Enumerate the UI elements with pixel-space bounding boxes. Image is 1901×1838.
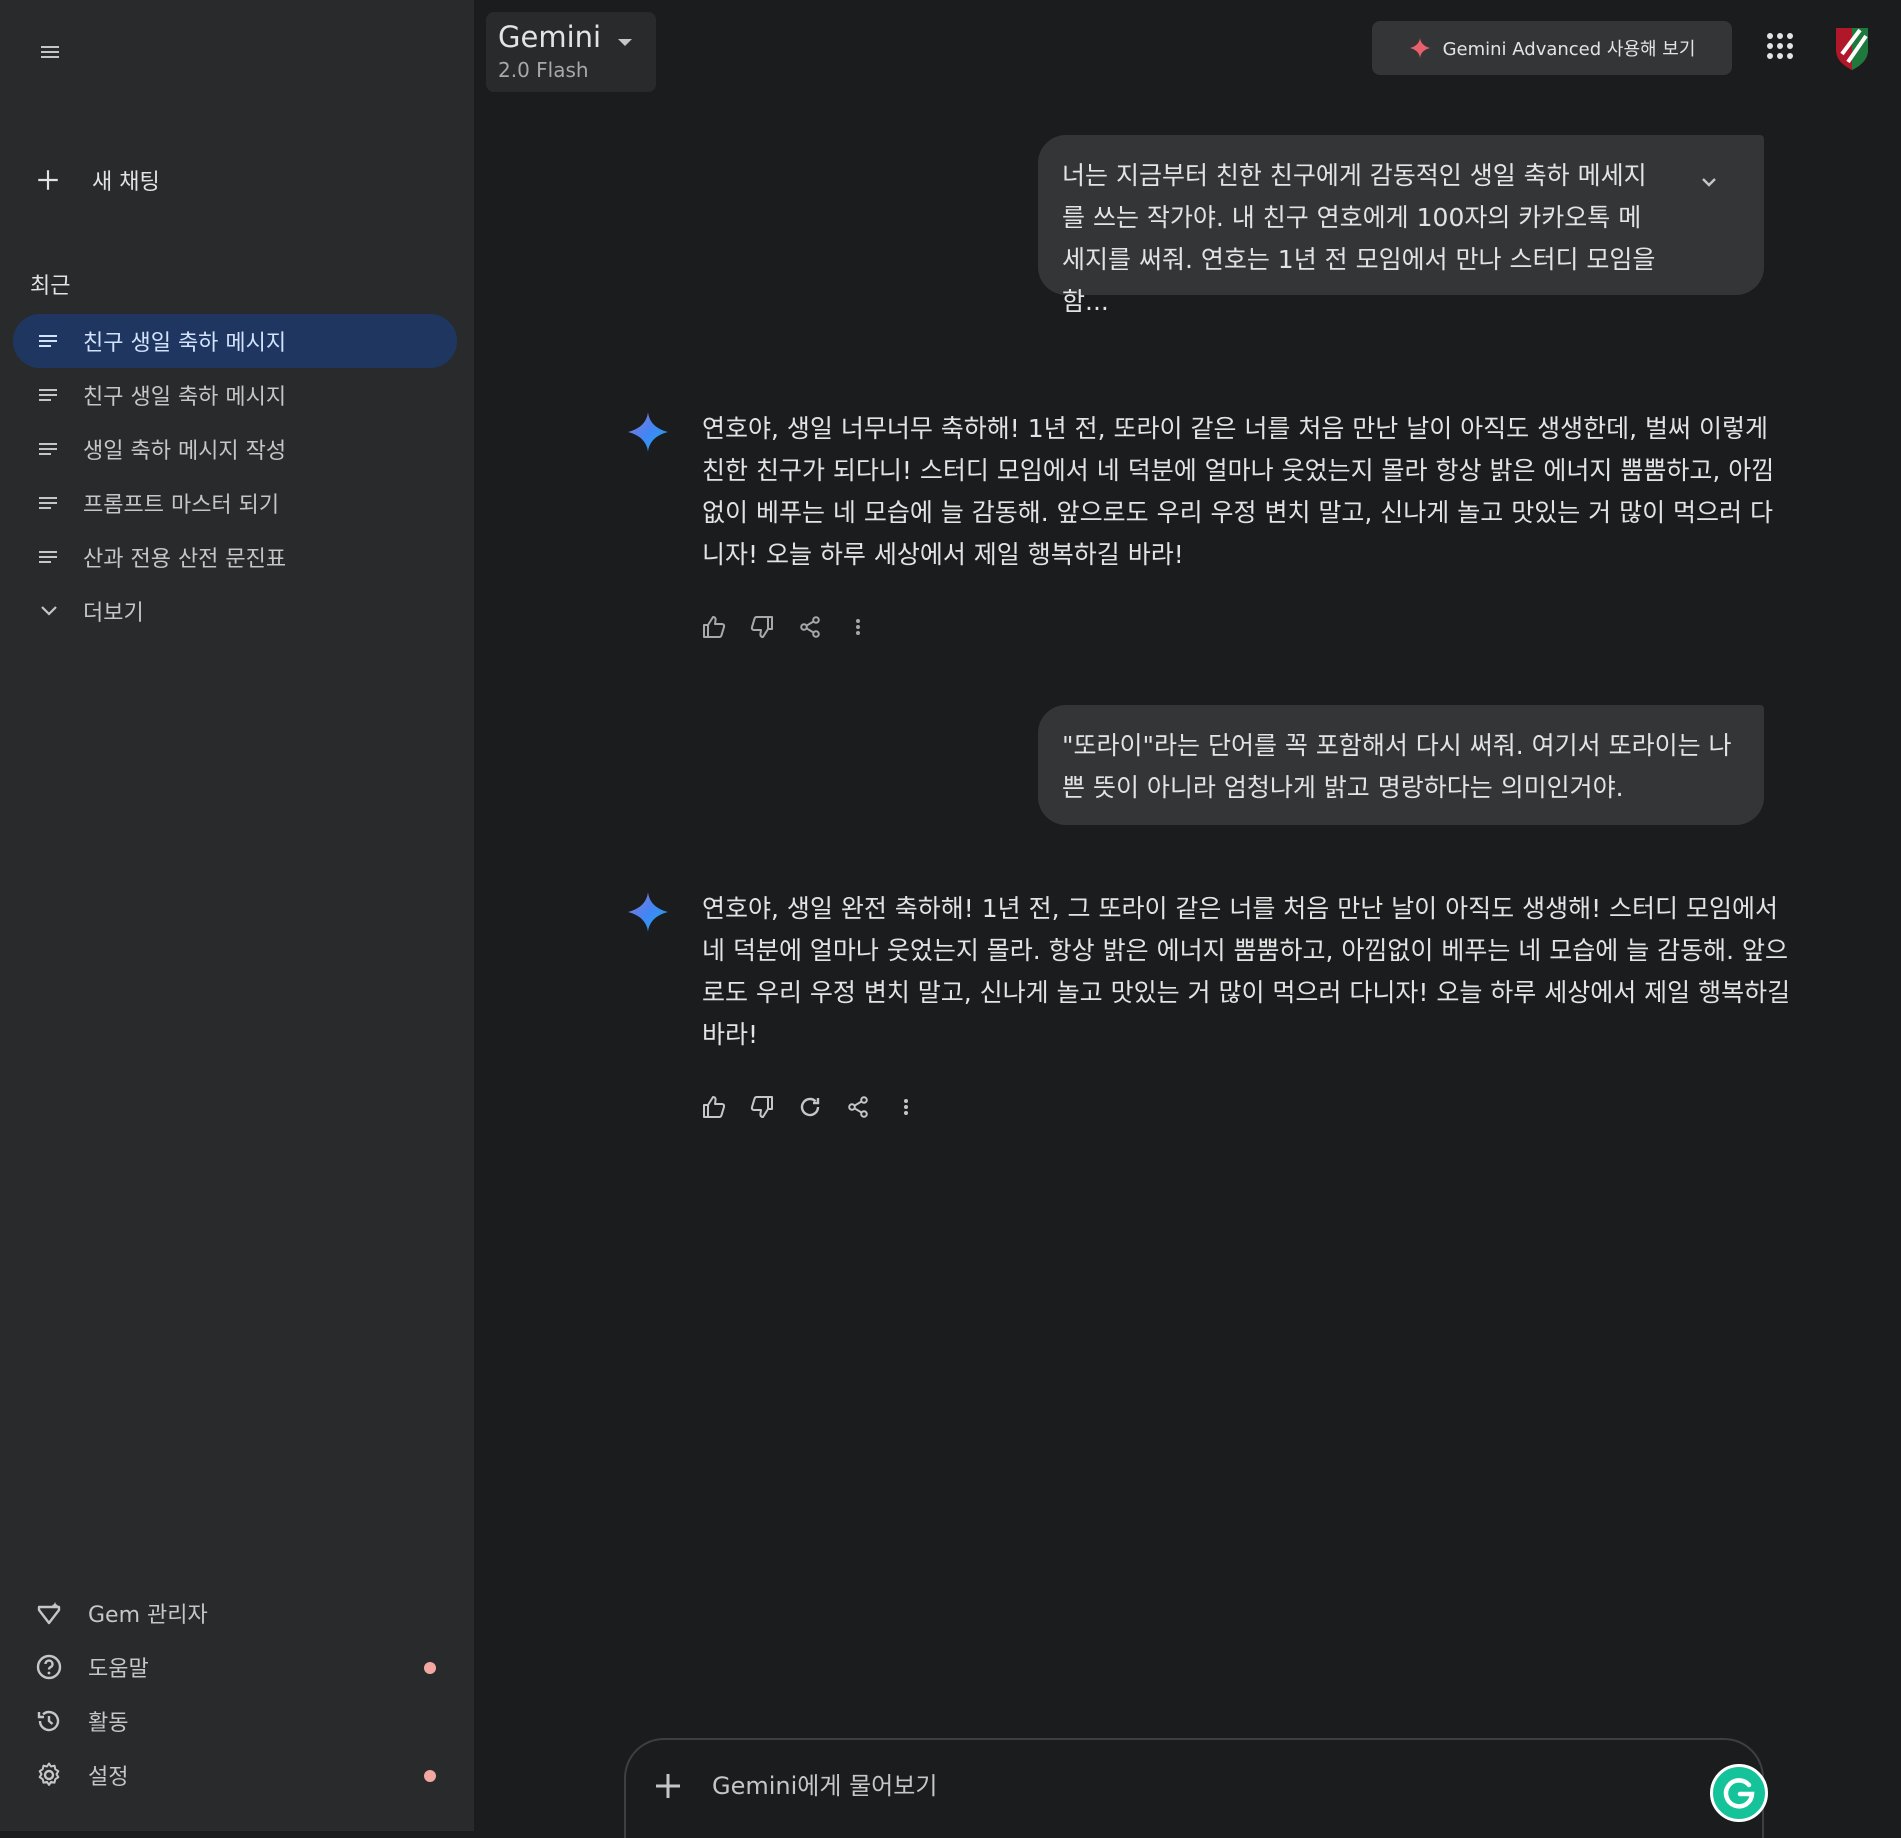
refresh-icon xyxy=(800,1097,820,1117)
google-apps-button[interactable] xyxy=(1764,30,1796,62)
thumbs-down-icon xyxy=(750,1096,773,1118)
more-options-button[interactable] xyxy=(845,614,871,640)
help-icon xyxy=(26,1651,72,1683)
chat-lines-icon xyxy=(37,329,61,353)
chevron-down-icon xyxy=(37,599,61,623)
recent-chat-label: 프롬프트 마스터 되기 xyxy=(83,493,280,518)
settings-icon xyxy=(26,1759,72,1791)
thumbs-down-button[interactable] xyxy=(749,614,775,640)
settings-label: 설정 xyxy=(88,1765,129,1790)
shield-logo-icon xyxy=(1836,28,1868,70)
account-avatar[interactable] xyxy=(1834,24,1870,72)
chat-lines-icon xyxy=(37,437,61,461)
expand-message-button[interactable] xyxy=(1697,170,1721,194)
gemini-sparkle-icon xyxy=(628,892,668,932)
thumbs-up-icon xyxy=(703,616,726,638)
more-options-button[interactable] xyxy=(893,1094,919,1120)
recent-chat-item[interactable]: 친구 생일 축하 메시지 xyxy=(13,368,457,422)
model-selector[interactable]: Gemini 2.0 Flash xyxy=(486,12,656,92)
recent-chat-list: 친구 생일 축하 메시지 친구 생일 축하 메시지 생일 축하 메시지 작성 프… xyxy=(13,314,457,638)
share-button[interactable] xyxy=(845,1094,871,1120)
thumbs-up-icon xyxy=(703,1096,726,1118)
sidebar: 새 채팅 최근 친구 생일 축하 메시지 친구 생일 축하 메시지 생일 축하 … xyxy=(0,0,474,1831)
user-message: 너는 지금부터 친한 친구에게 감동적인 생일 축하 메세지를 쓰는 작가야. … xyxy=(1038,135,1764,316)
response-actions xyxy=(701,1094,941,1120)
recent-chat-label: 친구 생일 축하 메시지 xyxy=(83,331,287,356)
thumbs-up-button[interactable] xyxy=(701,614,727,640)
prompt-input[interactable] xyxy=(710,1764,1610,1808)
hamburger-icon xyxy=(41,46,59,58)
grammarly-button[interactable] xyxy=(1710,1764,1768,1822)
recent-chat-item[interactable]: 생일 축하 메시지 작성 xyxy=(13,422,457,476)
history-icon xyxy=(26,1705,72,1737)
recent-heading: 최근 xyxy=(30,274,71,299)
add-attachment-button[interactable] xyxy=(650,1768,686,1804)
recent-chat-item[interactable]: 친구 생일 축하 메시지 xyxy=(13,314,457,368)
user-message-text: "또라이"라는 단어를 꼭 포함해서 다시 써줘. 여기서 또라이는 나쁜 뜻이… xyxy=(1062,731,1732,802)
chat-lines-icon xyxy=(37,383,61,407)
more-vert-icon xyxy=(856,619,860,635)
plus-icon xyxy=(30,162,66,198)
chat-lines-icon xyxy=(37,491,61,515)
model-response-text: 연호야, 생일 너무너무 축하해! 1년 전, 또라이 같은 너를 처음 만난 … xyxy=(702,414,1775,569)
help-item[interactable]: 도움말 xyxy=(26,1640,446,1694)
recent-chat-item[interactable]: 산과 전용 산전 문진표 xyxy=(13,530,457,584)
recent-chat-label: 친구 생일 축하 메시지 xyxy=(83,385,287,410)
thumbs-down-icon xyxy=(750,616,773,638)
try-advanced-button[interactable]: Gemini Advanced 사용해 보기 xyxy=(1372,21,1732,75)
response-actions xyxy=(701,614,893,640)
try-advanced-label: Gemini Advanced 사용해 보기 xyxy=(1442,39,1696,60)
settings-item[interactable]: 설정 xyxy=(26,1748,446,1802)
main-menu-button[interactable] xyxy=(30,32,70,72)
gem-icon xyxy=(26,1597,72,1629)
chevron-down-icon xyxy=(1702,178,1716,187)
user-message-text: 너는 지금부터 친한 친구에게 감동적인 생일 축하 메세지를 쓰는 작가야. … xyxy=(1062,161,1656,316)
notification-dot xyxy=(424,1770,436,1782)
share-icon xyxy=(848,1096,868,1118)
gem-manager-label: Gem 관리자 xyxy=(88,1603,208,1628)
regenerate-button[interactable] xyxy=(797,1094,823,1120)
activity-item[interactable]: 활동 xyxy=(26,1694,446,1748)
thumbs-down-button[interactable] xyxy=(749,1094,775,1120)
prompt-input-bar xyxy=(624,1738,1764,1838)
model-response-text: 연호야, 생일 완전 축하해! 1년 전, 그 또라이 같은 너를 처음 만난 … xyxy=(702,894,1791,1049)
plus-icon xyxy=(656,1774,680,1798)
new-chat-label: 새 채팅 xyxy=(92,170,160,195)
activity-label: 활동 xyxy=(88,1711,129,1736)
recent-chat-item[interactable]: 프롬프트 마스터 되기 xyxy=(13,476,457,530)
share-icon xyxy=(800,616,820,638)
show-more-button[interactable]: 더보기 xyxy=(13,584,457,638)
thumbs-up-button[interactable] xyxy=(701,1094,727,1120)
sidebar-bottom-list: Gem 관리자 도움말 활동 설정 xyxy=(26,1586,446,1802)
chat-lines-icon xyxy=(37,545,61,569)
help-label: 도움말 xyxy=(88,1657,149,1682)
caret-down-icon xyxy=(618,39,632,46)
user-message: "또라이"라는 단어를 꼭 포함해서 다시 써줘. 여기서 또라이는 나쁜 뜻이… xyxy=(1038,705,1764,825)
apps-grid-icon xyxy=(1767,33,1793,59)
gem-manager-item[interactable]: Gem 관리자 xyxy=(26,1586,446,1640)
gemini-sparkle-icon xyxy=(628,412,668,452)
recent-chat-label: 생일 축하 메시지 작성 xyxy=(83,439,287,464)
recent-chat-label: 산과 전용 산전 문진표 xyxy=(83,547,287,572)
more-vert-icon xyxy=(904,1099,908,1115)
share-button[interactable] xyxy=(797,614,823,640)
new-chat-button[interactable]: 새 채팅 xyxy=(30,158,230,202)
show-more-label: 더보기 xyxy=(83,601,144,626)
notification-dot xyxy=(424,1662,436,1674)
sparkle-icon xyxy=(1409,37,1430,59)
model-version: 2.0 Flash xyxy=(498,58,589,82)
grammarly-icon xyxy=(1723,1778,1755,1809)
